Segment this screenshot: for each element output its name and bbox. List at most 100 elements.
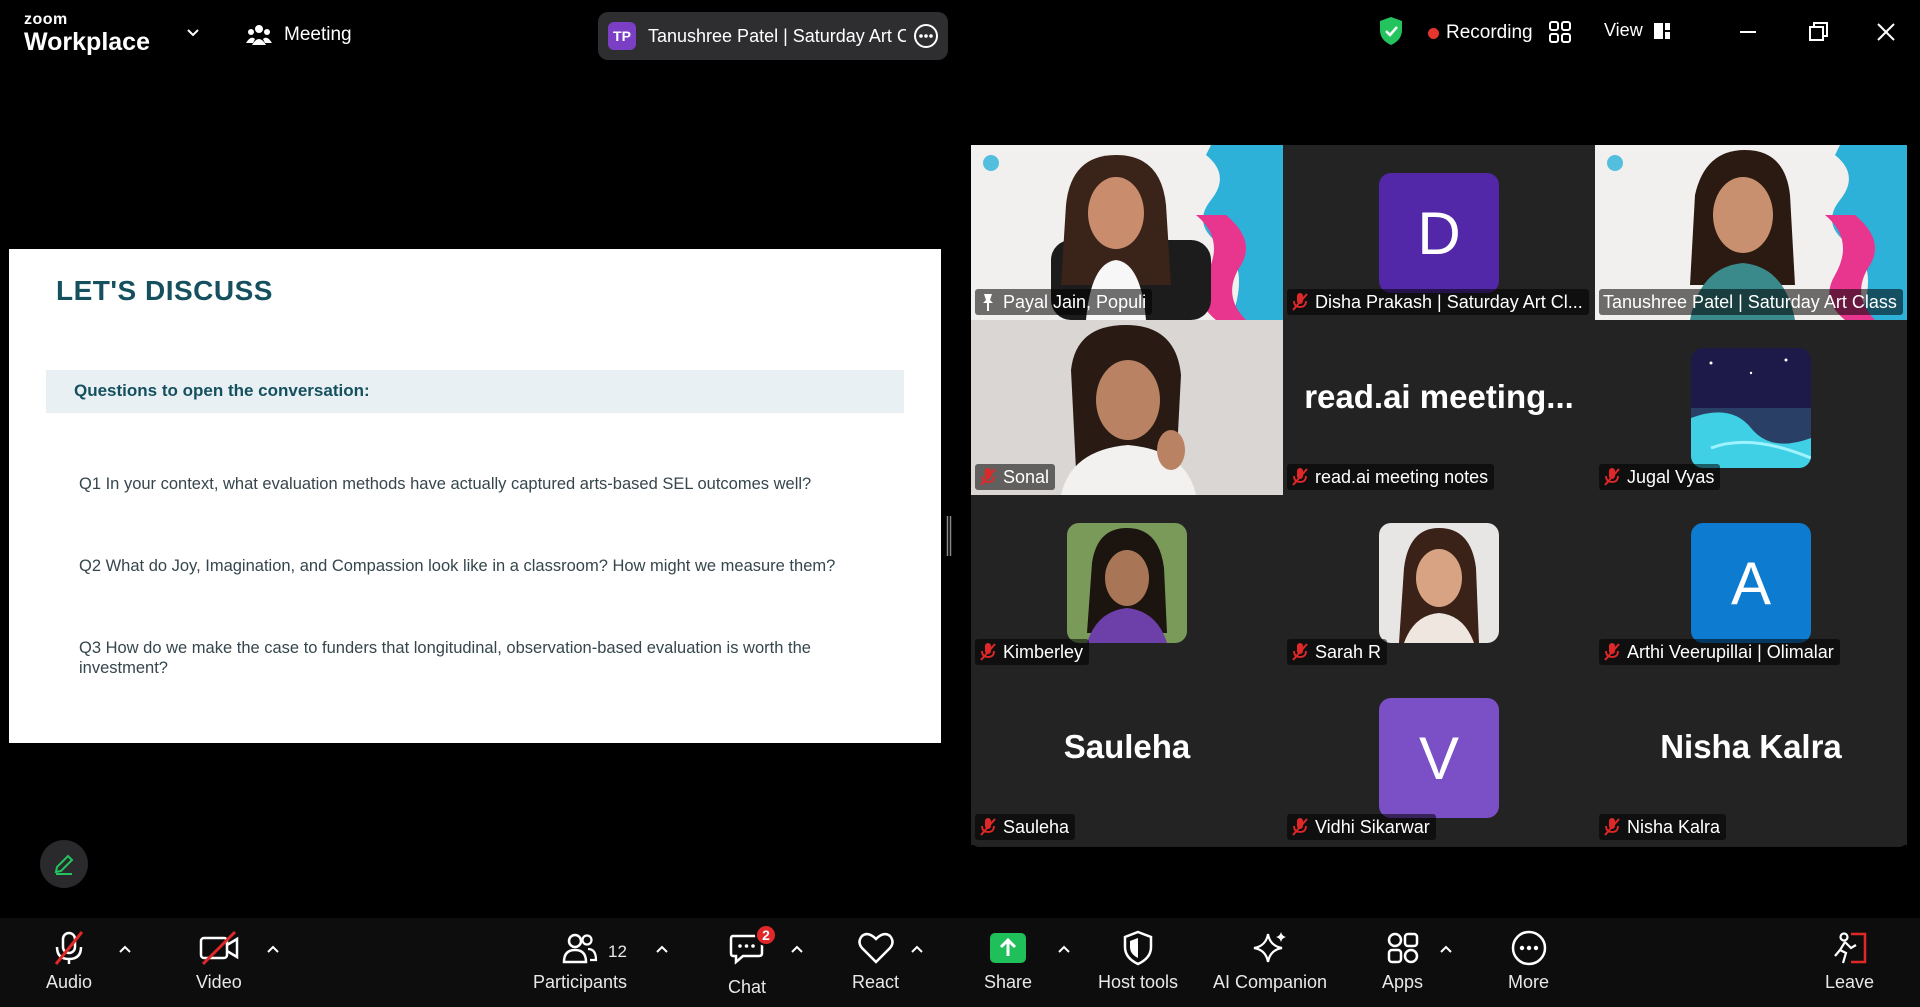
react-options-caret-icon[interactable]: [910, 944, 924, 954]
brand-big: Workplace: [24, 28, 150, 56]
recording-indicator[interactable]: Recording: [1428, 22, 1533, 44]
participant-name-label: Vidhi Sikarwar: [1287, 814, 1436, 840]
participant-tile[interactable]: Sonal: [971, 320, 1283, 495]
share-button[interactable]: Share: [984, 930, 1032, 993]
slide-title: LET'S DISCUSS: [56, 275, 273, 306]
host-tools-button[interactable]: Host tools: [1098, 930, 1178, 993]
participant-name-label: Sauleha: [975, 814, 1076, 840]
participant-tile[interactable]: read.ai meeting... read.ai meeting notes: [1283, 320, 1595, 495]
participant-tile[interactable]: Sarah R: [1283, 495, 1595, 670]
video-off-icon: [199, 930, 239, 966]
share-label: Share: [984, 972, 1033, 992]
react-button[interactable]: React: [852, 930, 899, 993]
restore-icon[interactable]: [1804, 18, 1832, 46]
apps-options-caret-icon[interactable]: [1439, 944, 1453, 954]
participant-initial-avatar: V: [1379, 698, 1499, 818]
participant-name-label: Tanushree Patel | Saturday Art Class: [1599, 289, 1903, 315]
participant-tile[interactable]: Sauleha Sauleha: [971, 670, 1283, 845]
mic-muted-icon: [980, 818, 996, 836]
participant-name: Arthi Veerupillai | Olimalar: [1627, 641, 1834, 662]
more-options-icon[interactable]: [912, 22, 940, 50]
audio-options-caret-icon[interactable]: [118, 944, 132, 954]
mic-muted-icon: [980, 468, 996, 486]
minimize-icon[interactable]: [1734, 18, 1762, 46]
mic-muted-icon: [1292, 468, 1308, 486]
participant-name: Sarah R: [1315, 641, 1382, 662]
zoom-workplace-logo: zoom Workplace: [24, 12, 150, 55]
chat-unread-badge: 2: [755, 924, 778, 946]
host-tools-label: Host tools: [1098, 972, 1179, 992]
active-speaker-pill[interactable]: TP Tanushree Patel | Saturday Art Cla: [598, 12, 948, 60]
participant-name: Sauleha: [1003, 816, 1070, 837]
view-label: View: [1604, 20, 1643, 40]
participant-name-label: Jugal Vyas: [1599, 464, 1721, 490]
chat-options-caret-icon[interactable]: [790, 944, 804, 954]
pinned-icon: [983, 294, 993, 311]
security-shield-icon[interactable]: [1378, 16, 1404, 46]
participant-name: Sonal: [1003, 466, 1050, 487]
participant-gallery: Payal Jain, Populi D Disha Prakash | Sat…: [971, 145, 1907, 847]
participant-tile[interactable]: D Disha Prakash | Saturday Art Cl...: [1283, 145, 1595, 320]
heart-icon: [857, 932, 894, 964]
chat-label: Chat: [728, 977, 767, 997]
participant-profile-photo: [1691, 348, 1811, 468]
participant-initial-avatar: D: [1379, 173, 1499, 293]
audio-button[interactable]: Audio: [46, 930, 92, 993]
participants-label: Participants: [533, 972, 628, 992]
participant-name-label: Disha Prakash | Saturday Art Cl...: [1287, 289, 1589, 315]
mic-muted-icon: [1292, 818, 1308, 836]
participant-name: read.ai meeting notes: [1315, 466, 1489, 487]
participant-tile[interactable]: Nisha Kalra Nisha Kalra: [1595, 670, 1907, 845]
participants-options-caret-icon[interactable]: [655, 944, 669, 954]
leave-door-icon: [1833, 932, 1866, 964]
chevron-down-icon[interactable]: [184, 24, 202, 42]
annotate-button[interactable]: [40, 840, 88, 888]
view-button[interactable]: View: [1604, 20, 1671, 41]
apps-button[interactable]: Apps: [1382, 930, 1423, 993]
participant-name: Vidhi Sikarwar: [1315, 816, 1430, 837]
mic-muted-icon: [1292, 293, 1308, 311]
meeting-toolbar: Audio Video Participants 2 Chat React Sh…: [0, 918, 1920, 1007]
host-avatar: TP: [608, 22, 636, 50]
share-options-caret-icon[interactable]: [1057, 944, 1071, 954]
video-options-caret-icon[interactable]: [266, 944, 280, 954]
participant-initial-avatar: A: [1691, 523, 1811, 643]
mic-muted-icon: [1292, 643, 1308, 661]
slide-question-1: Q1 In your context, what evaluation meth…: [79, 475, 812, 493]
more-button[interactable]: More: [1508, 930, 1549, 993]
video-button[interactable]: Video: [196, 930, 242, 993]
slide-band-text: Questions to open the conversation:: [74, 381, 370, 400]
slide-band: Questions to open the conversation:: [46, 370, 904, 413]
participant-tile[interactable]: Tanushree Patel | Saturday Art Class: [1595, 145, 1907, 320]
leave-button[interactable]: Leave: [1825, 930, 1874, 993]
participant-profile-photo: [1379, 523, 1499, 643]
close-icon[interactable]: [1872, 18, 1900, 46]
participant-name: Disha Prakash | Saturday Art Cl...: [1315, 291, 1583, 312]
participant-tile[interactable]: Jugal Vyas: [1595, 320, 1907, 495]
meeting-label: Meeting: [284, 24, 352, 45]
more-dots-icon: [1511, 930, 1546, 966]
participant-tile[interactable]: A Arthi Veerupillai | Olimalar: [1595, 495, 1907, 670]
participant-name: Kimberley: [1003, 641, 1084, 662]
audio-label: Audio: [46, 972, 93, 992]
view-layout-icon: [1653, 22, 1670, 39]
participant-display-name: read.ai meeting...: [1304, 378, 1574, 415]
participant-name: Nisha Kalra: [1627, 816, 1721, 837]
chat-button[interactable]: 2 Chat: [728, 924, 778, 998]
more-label: More: [1508, 972, 1550, 992]
video-label: Video: [196, 972, 242, 992]
participant-tile[interactable]: Kimberley: [971, 495, 1283, 670]
meeting-info-button[interactable]: Meeting: [246, 20, 352, 50]
people-icon: [246, 25, 272, 45]
shared-screen-slide[interactable]: LET'S DISCUSS Questions to open the conv…: [9, 249, 941, 743]
split-resize-handle[interactable]: [946, 516, 952, 556]
gallery-grid-icon[interactable]: [1548, 20, 1572, 44]
recording-label: Recording: [1446, 22, 1533, 43]
slide-question-3: Q3 How do we make the case to funders th…: [79, 639, 811, 677]
top-bar: zoom Workplace Meeting TP Tanushree Pate…: [0, 0, 1920, 66]
participant-tile[interactable]: Payal Jain, Populi: [971, 145, 1283, 320]
ai-companion-button[interactable]: AI Companion: [1213, 930, 1327, 993]
host-shield-icon: [1123, 930, 1153, 966]
participant-tile[interactable]: V Vidhi Sikarwar: [1283, 670, 1595, 845]
share-screen-icon: [990, 933, 1027, 963]
